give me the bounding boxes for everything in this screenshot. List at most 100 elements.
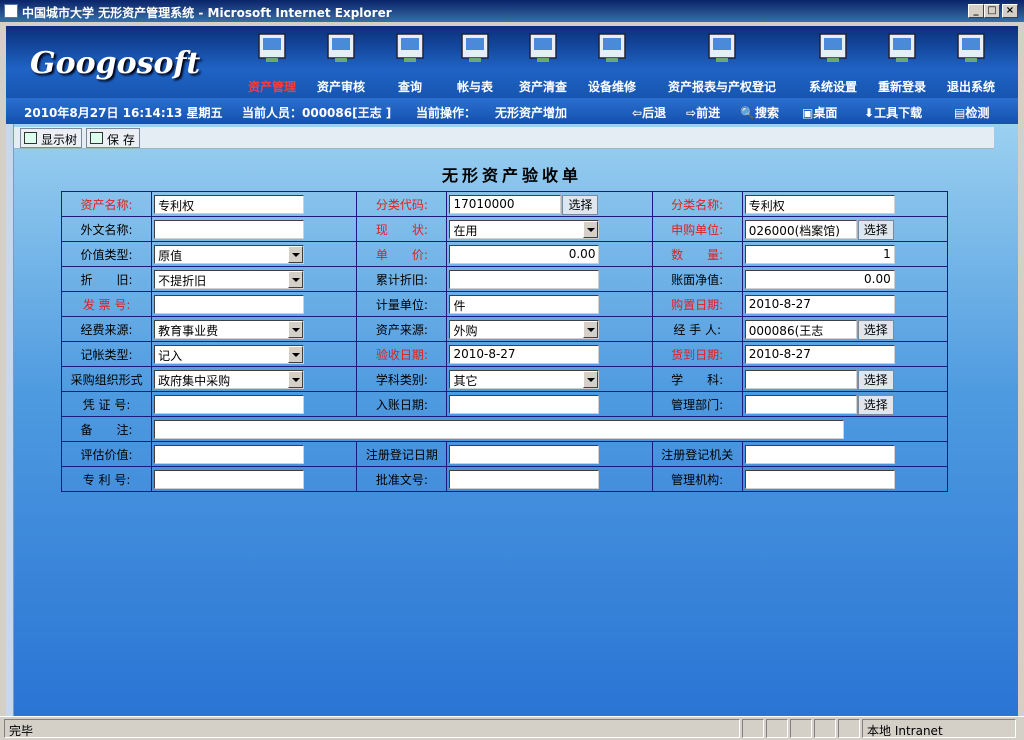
- field-cell: [741, 441, 949, 467]
- text-field[interactable]: 专利权: [154, 195, 305, 214]
- field-cell: 2010-8-27: [741, 341, 949, 367]
- field-cell: [741, 466, 949, 492]
- desktop-button[interactable]: ▣桌面: [802, 104, 837, 121]
- text-field[interactable]: 026000(档案馆): [744, 220, 857, 239]
- form-row-remark: 备 注:: [60, 416, 948, 442]
- field-label: 备 注:: [60, 416, 153, 442]
- left-collapse-strip[interactable]: [6, 124, 14, 716]
- window-frame-right: [1018, 22, 1024, 716]
- text-field[interactable]: [449, 395, 600, 414]
- field-cell: 记入: [151, 341, 358, 367]
- field-cell: 不提折旧: [151, 266, 358, 292]
- search-button[interactable]: 🔍搜索: [740, 104, 779, 121]
- tree-icon: [24, 132, 37, 144]
- check-button[interactable]: ▤检测: [954, 104, 989, 121]
- nav-label: 资产清查: [518, 80, 568, 94]
- save-button[interactable]: 保 存: [86, 128, 140, 148]
- nav-item-7[interactable]: 系统设置: [806, 30, 860, 96]
- nav-item-4[interactable]: 资产清查: [515, 30, 571, 96]
- number-field[interactable]: 0.00: [744, 270, 895, 289]
- status-cell-1: [742, 719, 764, 738]
- field-label: 累计折旧:: [356, 266, 448, 292]
- tool-download-button[interactable]: ⬇工具下载: [864, 104, 922, 121]
- select-field[interactable]: 原值: [154, 245, 305, 264]
- number-field[interactable]: 1: [744, 245, 895, 264]
- field-label: 购置日期:: [651, 291, 743, 317]
- select-field[interactable]: 外购: [449, 320, 600, 339]
- text-field[interactable]: 000086(王志: [744, 320, 857, 339]
- number-field[interactable]: 0.00: [449, 245, 600, 264]
- ie-icon: [4, 4, 18, 18]
- choose-button[interactable]: 选择: [857, 370, 894, 390]
- field-label: 货到日期:: [651, 341, 743, 367]
- chevron-down-icon[interactable]: [583, 221, 599, 238]
- chevron-down-icon[interactable]: [288, 346, 304, 363]
- text-field[interactable]: 2010-8-27: [744, 295, 895, 314]
- text-field[interactable]: [154, 470, 305, 489]
- select-field[interactable]: 政府集中采购: [154, 370, 305, 389]
- text-field[interactable]: 17010000: [449, 195, 562, 214]
- field-cell: 0.00: [741, 266, 949, 292]
- text-field[interactable]: [154, 295, 305, 314]
- field-label: 折 旧:: [60, 266, 153, 292]
- chevron-down-icon[interactable]: [288, 321, 304, 338]
- select-field[interactable]: 不提折旧: [154, 270, 305, 289]
- select-field[interactable]: 记入: [154, 345, 305, 364]
- text-field[interactable]: [449, 270, 600, 289]
- choose-button[interactable]: 选择: [857, 320, 894, 340]
- chevron-down-icon[interactable]: [288, 246, 304, 263]
- brand-logo: Googosoft: [30, 46, 201, 81]
- select-field[interactable]: 其它: [449, 370, 600, 389]
- chevron-down-icon[interactable]: [583, 321, 599, 338]
- minimize-icon[interactable]: _: [968, 4, 984, 18]
- inventory-check-icon: [525, 30, 561, 66]
- text-field[interactable]: [744, 395, 857, 414]
- nav-label: 设备维修: [587, 80, 637, 94]
- nav-item-5[interactable]: 设备维修: [586, 30, 638, 96]
- text-field[interactable]: 2010-8-27: [449, 345, 600, 364]
- show-tree-button[interactable]: 显示树: [20, 128, 83, 148]
- text-field[interactable]: [744, 370, 857, 389]
- nav-item-1[interactable]: 资产审核: [313, 30, 369, 96]
- maximize-icon[interactable]: □: [984, 4, 1000, 18]
- back-button[interactable]: ⇦后退: [632, 104, 666, 121]
- field-cell: 026000(档案馆) 选择: [741, 216, 949, 242]
- text-field[interactable]: [744, 445, 895, 464]
- nav-item-3[interactable]: 帐与表: [451, 30, 499, 96]
- text-field[interactable]: 专利权: [744, 195, 895, 214]
- nav-label: 重新登录: [877, 80, 927, 94]
- nav-item-0[interactable]: 资产管理: [245, 30, 299, 96]
- field-label: 评估价值:: [60, 441, 153, 467]
- choose-button[interactable]: 选择: [562, 195, 599, 215]
- form-row: 记帐类型: 记入 验收日期: 2010-8-27 货到日期: 2010-8-27: [60, 341, 949, 367]
- text-field[interactable]: 件: [449, 295, 600, 314]
- nav-item-6[interactable]: 资产报表与产权登记: [662, 30, 782, 96]
- text-field[interactable]: [449, 470, 600, 489]
- nav-item-2[interactable]: 查询: [390, 30, 430, 96]
- select-field[interactable]: 在用: [449, 220, 600, 239]
- chevron-down-icon[interactable]: [288, 271, 304, 288]
- relogin-icon: [884, 30, 920, 66]
- remark-field[interactable]: [154, 420, 845, 439]
- chevron-down-icon[interactable]: [288, 371, 304, 388]
- text-field[interactable]: [154, 395, 305, 414]
- field-cell: 0.00: [446, 241, 653, 267]
- select-field[interactable]: 教育事业费: [154, 320, 305, 339]
- text-field[interactable]: [154, 220, 305, 239]
- close-icon[interactable]: ×: [1002, 4, 1018, 18]
- nav-label: 系统设置: [808, 80, 858, 94]
- text-field[interactable]: [449, 445, 600, 464]
- chevron-down-icon[interactable]: [583, 371, 599, 388]
- text-field[interactable]: [154, 445, 305, 464]
- text-field[interactable]: [744, 470, 895, 489]
- choose-button[interactable]: 选择: [857, 220, 894, 240]
- field-cell: [446, 266, 653, 292]
- nav-item-9[interactable]: 退出系统: [944, 30, 998, 96]
- forward-button[interactable]: ⇨前进: [686, 104, 720, 121]
- field-label: 经 手 人:: [651, 316, 743, 342]
- text-field[interactable]: 2010-8-27: [744, 345, 895, 364]
- field-label: 申购单位:: [651, 216, 743, 242]
- nav-label: 退出系统: [946, 80, 996, 94]
- nav-item-8[interactable]: 重新登录: [875, 30, 929, 96]
- choose-button[interactable]: 选择: [857, 395, 894, 415]
